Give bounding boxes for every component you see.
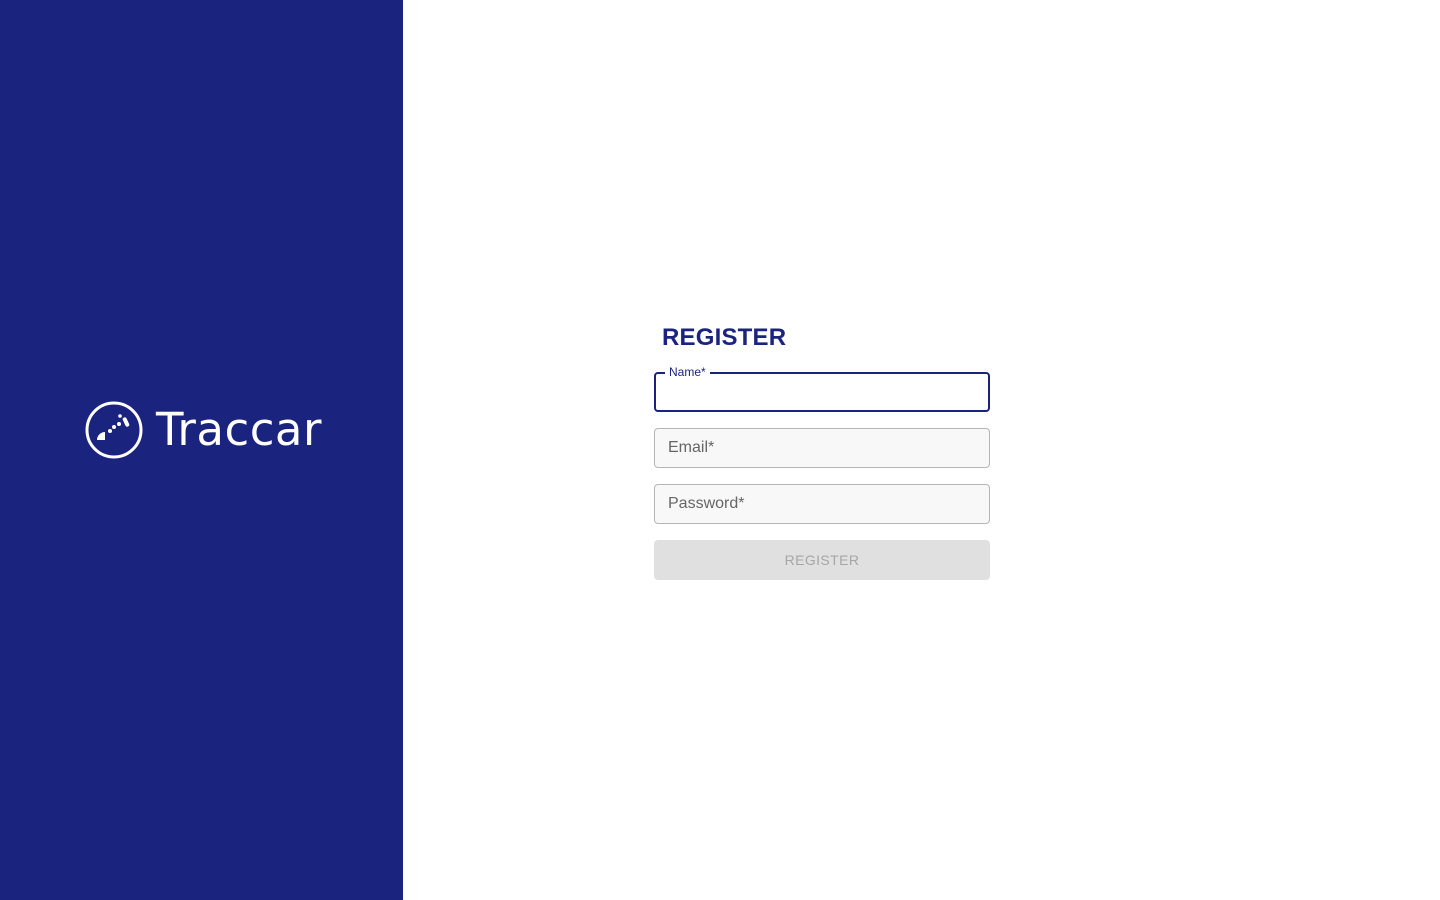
name-field: Name* bbox=[654, 365, 990, 412]
brand: Traccar bbox=[84, 400, 322, 460]
name-field-label: Name* bbox=[665, 365, 710, 379]
password-input[interactable] bbox=[655, 485, 989, 523]
brand-name: Traccar bbox=[156, 403, 323, 456]
traccar-logo-icon bbox=[85, 401, 143, 459]
register-button[interactable]: REGISTER bbox=[654, 540, 990, 580]
email-input[interactable] bbox=[655, 429, 989, 467]
name-input[interactable] bbox=[656, 374, 988, 410]
register-form: REGISTER Name* Email* Password* REGISTER bbox=[654, 322, 990, 580]
form-title: REGISTER bbox=[662, 324, 787, 351]
email-field: Email* bbox=[654, 428, 990, 468]
brand-sidebar: Traccar bbox=[0, 0, 403, 900]
main-content: REGISTER Name* Email* Password* REGISTER bbox=[403, 0, 1440, 900]
password-field: Password* bbox=[654, 484, 990, 524]
register-page: Traccar REGISTER Name* Email* Password* … bbox=[0, 0, 1440, 900]
